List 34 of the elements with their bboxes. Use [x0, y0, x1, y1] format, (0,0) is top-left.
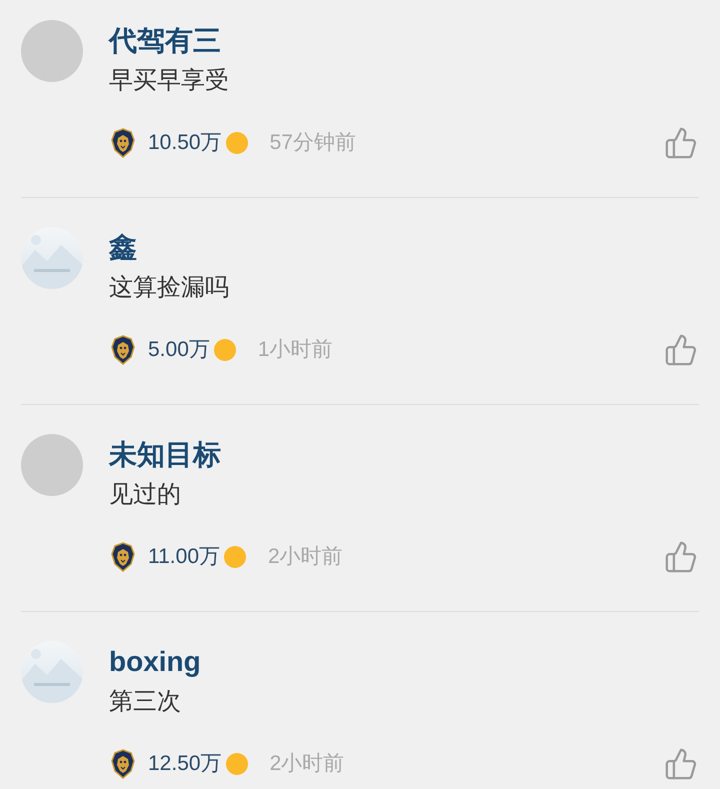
- user-name[interactable]: 未知目标: [109, 438, 221, 472]
- coin-icon: [226, 753, 248, 775]
- lion-head-icon: [111, 542, 135, 572]
- thumbs-up-icon: [664, 126, 698, 160]
- post-time: 2小时前: [268, 544, 343, 570]
- coin-icon: [226, 132, 248, 154]
- thumbs-up-icon: [664, 333, 698, 367]
- like-button[interactable]: [664, 333, 698, 367]
- mountain-avatar: [21, 641, 83, 703]
- like-button[interactable]: [664, 747, 698, 781]
- lion-head-icon: [111, 335, 135, 365]
- lion-head-icon: [111, 128, 135, 158]
- thumbs-up-icon: [664, 747, 698, 781]
- comment-text: 见过的: [109, 480, 181, 510]
- comment-text: 早买早享受: [109, 66, 229, 96]
- thumbs-up-icon: [664, 540, 698, 574]
- mountain-avatar: [21, 227, 83, 289]
- post-time: 2小时前: [270, 751, 344, 777]
- user-name[interactable]: 代驾有三: [109, 24, 221, 58]
- like-button[interactable]: [664, 126, 698, 160]
- lion-head-icon: [111, 749, 135, 779]
- coin-icon: [214, 339, 236, 361]
- coin-icon: [224, 546, 246, 568]
- user-name[interactable]: 鑫: [109, 231, 137, 265]
- coin-amount: 10.50万: [148, 130, 222, 156]
- like-button[interactable]: [664, 540, 698, 574]
- coin-amount: 12.50万: [148, 751, 222, 777]
- comment-text: 这算捡漏吗: [109, 273, 229, 303]
- coin-amount: 5.00万: [148, 337, 210, 363]
- user-name[interactable]: boxing: [109, 645, 201, 679]
- coin-amount: 11.00万: [148, 544, 220, 570]
- post-time: 57分钟前: [270, 130, 356, 156]
- comment-text: 第三次: [109, 687, 181, 717]
- post-time: 1小时前: [258, 337, 333, 363]
